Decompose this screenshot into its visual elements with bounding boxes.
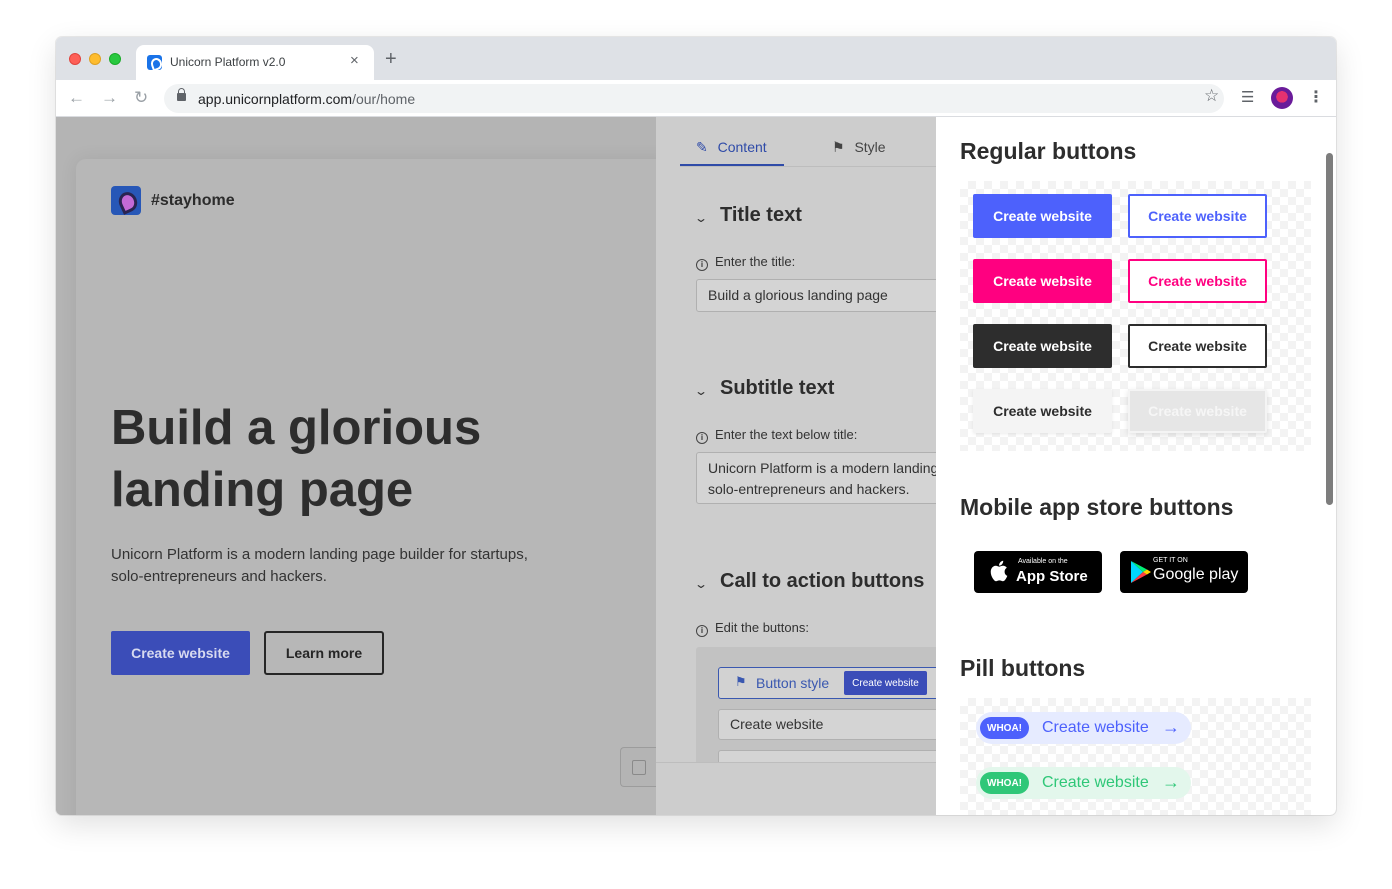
minimize-window-button[interactable] — [89, 53, 101, 65]
section-cta-buttons[interactable]: Call to action buttons — [720, 570, 924, 593]
tabs-divider — [680, 166, 936, 167]
tab-title: Unicorn Platform v2.0 — [170, 55, 286, 69]
subtitle-line-2: solo-entrepreneurs and hackers. — [708, 481, 910, 497]
subtitle-hint-label: Enter the text below title: — [715, 427, 858, 442]
tab-style[interactable]: ⚑ Style — [832, 139, 886, 156]
regular-button-pink-solid[interactable]: Create website — [973, 259, 1112, 303]
lock-icon — [177, 88, 186, 101]
regular-button-pink-outline[interactable]: Create website — [1128, 259, 1267, 303]
tab-style-label: Style — [854, 139, 886, 155]
maximize-window-button[interactable] — [109, 53, 121, 65]
pill-badge-blue: WHOA! — [980, 717, 1029, 739]
hero-subtitle: Unicorn Platform is a modern landing pag… — [111, 546, 528, 585]
reload-icon[interactable]: ↻ — [134, 88, 148, 108]
pill-label-blue: Create website — [1042, 719, 1149, 736]
unicorn-logo-icon — [111, 186, 141, 215]
tab-close-icon[interactable]: × — [350, 52, 359, 69]
pill-badge-green: WHOA! — [980, 772, 1029, 794]
page-viewport: #stayhome Build a glorious landing page … — [56, 117, 1336, 815]
logo-text: #stayhome — [151, 192, 235, 209]
paint-bucket-icon: ⚑ — [832, 139, 845, 155]
chevron-down-icon[interactable]: ⌄ — [694, 577, 708, 591]
close-window-button[interactable] — [69, 53, 81, 65]
profile-avatar[interactable] — [1271, 87, 1293, 109]
regular-button-dark-solid[interactable]: Create website — [973, 324, 1112, 368]
new-tab-button[interactable]: + — [385, 49, 397, 69]
title-input[interactable]: Build a glorious landing page — [696, 279, 936, 312]
section-subtitle-text[interactable]: Subtitle text — [720, 377, 834, 400]
info-icon: i — [696, 432, 708, 444]
save-icon[interactable] — [620, 747, 656, 787]
url-text[interactable]: app.unicornplatform.com/our/home — [198, 91, 415, 107]
regular-button-light-ghost[interactable]: Create website — [1128, 389, 1267, 433]
regular-button-light-solid[interactable]: Create website — [973, 389, 1112, 433]
button-style-toggle[interactable]: ⚑ Button style Create website — [718, 667, 936, 699]
pill-buttons-heading: Pill buttons — [960, 655, 1086, 681]
chevron-down-icon[interactable]: ⌄ — [694, 211, 708, 225]
google-play-button[interactable]: GET IT ON Google play — [1120, 551, 1248, 593]
tab-content[interactable]: ✎ Content — [696, 139, 767, 156]
subtitle-textarea[interactable]: Unicorn Platform is a modern landing sol… — [696, 452, 936, 504]
mobile-store-heading: Mobile app store buttons — [960, 494, 1234, 520]
button-style-label: Button style — [756, 675, 830, 691]
url-host: app.unicornplatform.com — [198, 91, 353, 107]
pill-label-green: Create website — [1042, 774, 1149, 791]
editor-panel: ✎ Content ⚑ Style ⌄ Title text i Enter th… — [656, 117, 936, 815]
active-tab-indicator — [680, 164, 784, 166]
apple-logo-icon — [990, 560, 1008, 582]
hero-learn-more-button[interactable]: Learn more — [264, 631, 384, 675]
forward-arrow-icon[interactable]: → — [101, 88, 118, 108]
paint-bucket-icon: ⚑ — [735, 674, 747, 689]
button-library-panel: Regular buttons Create website Create we… — [936, 117, 1336, 815]
browser-window: Unicorn Platform v2.0 × + ← → ↻ app.unic… — [56, 37, 1336, 815]
subtitle-hint: i Enter the text below title: — [696, 427, 857, 444]
button-style-preview: Create website — [844, 671, 927, 695]
regular-buttons-grid: Create website Create website Create web… — [960, 181, 1311, 451]
app-store-small-text: Available on the — [1018, 558, 1068, 565]
tab-content-label: Content — [717, 139, 767, 155]
info-icon: i — [696, 259, 708, 271]
google-play-big-text: Google play — [1153, 566, 1239, 583]
landing-preview: #stayhome Build a glorious landing page … — [56, 117, 676, 815]
google-play-icon — [1131, 561, 1151, 583]
title-hint-label: Enter the title: — [715, 254, 796, 269]
library-scrollbar[interactable] — [1326, 153, 1333, 505]
pill-button-blue[interactable]: WHOA! Create website → — [976, 712, 1191, 744]
editor-footer — [656, 762, 936, 815]
cta-hint: i Edit the buttons: — [696, 620, 809, 637]
regular-button-blue-solid[interactable]: Create website — [973, 194, 1112, 238]
chevron-down-icon[interactable]: ⌄ — [694, 384, 708, 398]
cta-hint-label: Edit the buttons: — [715, 620, 809, 635]
subtitle-line-1: Unicorn Platform is a modern landing — [708, 460, 936, 476]
arrow-right-icon: → — [1162, 717, 1180, 737]
regular-button-dark-outline[interactable]: Create website — [1128, 324, 1267, 368]
kebab-menu-icon[interactable]: ⋮ — [1308, 87, 1324, 107]
star-icon[interactable]: ☆ — [1204, 86, 1219, 106]
address-bar[interactable]: app.unicornplatform.com/our/home ☆ — [164, 84, 1224, 113]
unicorn-favicon-icon — [147, 55, 162, 70]
google-play-small-text: GET IT ON — [1153, 557, 1188, 564]
regular-buttons-heading: Regular buttons — [960, 138, 1137, 164]
pill-button-green[interactable]: WHOA! Create website → — [976, 767, 1191, 799]
hero-create-website-button[interactable]: Create website — [111, 631, 250, 675]
info-icon: i — [696, 625, 708, 637]
browser-toolbar: ← → ↻ app.unicornplatform.com/our/home ☆… — [56, 80, 1336, 117]
tab-bar: Unicorn Platform v2.0 × + — [56, 37, 1336, 80]
browser-tab-active[interactable]: Unicorn Platform v2.0 × — [136, 45, 374, 80]
media-control-icon[interactable]: ☰ — [1241, 88, 1254, 106]
button-text-input[interactable]: Create website — [718, 709, 936, 740]
arrow-right-icon: → — [1162, 772, 1180, 792]
regular-button-blue-outline[interactable]: Create website — [1128, 194, 1267, 238]
app-store-big-text: App Store — [1016, 568, 1088, 585]
hero-title: Build a glorious landing page — [111, 401, 482, 517]
url-path: /our/home — [352, 91, 416, 107]
section-title-text[interactable]: Title text — [720, 204, 802, 227]
back-arrow-icon[interactable]: ← — [68, 88, 85, 108]
title-hint: i Enter the title: — [696, 254, 795, 271]
app-store-button[interactable]: Available on the App Store — [974, 551, 1102, 593]
pencil-icon: ✎ — [696, 139, 708, 155]
